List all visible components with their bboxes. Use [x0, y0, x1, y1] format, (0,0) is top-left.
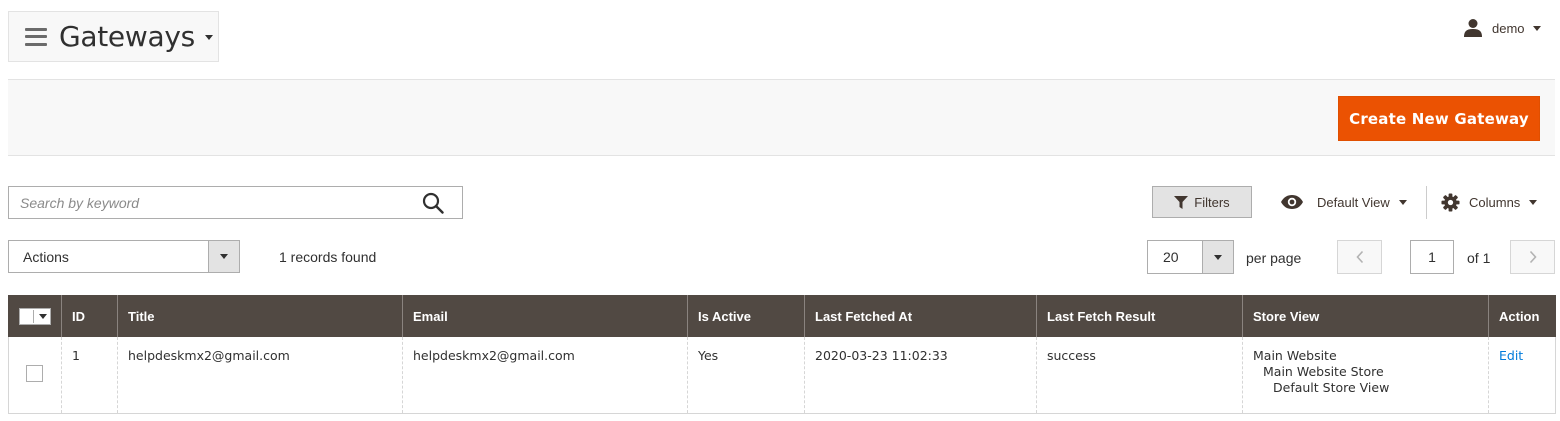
- store-view-view: Default Store View: [1273, 380, 1390, 395]
- view-label: Default View: [1317, 194, 1390, 210]
- filters-button[interactable]: Filters: [1152, 186, 1252, 218]
- next-page-button[interactable]: [1510, 240, 1555, 274]
- user-icon: [1464, 19, 1482, 37]
- column-header-id[interactable]: ID: [61, 295, 118, 337]
- columns-control[interactable]: Columns: [1441, 193, 1538, 212]
- store-view-store: Main Website Store: [1263, 364, 1384, 379]
- dropdown-toggle[interactable]: [1202, 241, 1233, 273]
- chevron-down-icon: [1532, 25, 1541, 31]
- cell-title: helpdeskmx2@gmail.com: [117, 337, 403, 414]
- cell-last-fetched-at: 2020-03-23 11:02:33: [804, 337, 1037, 414]
- chevron-down-icon: [1529, 200, 1538, 205]
- search-icon[interactable]: [422, 192, 444, 214]
- current-page-input[interactable]: [1410, 240, 1454, 274]
- per-page-dropdown[interactable]: 20: [1147, 240, 1234, 274]
- column-header-last-fetched-at[interactable]: Last Fetched At: [804, 295, 1037, 337]
- records-found-count: 1 records found: [279, 249, 377, 265]
- column-header-email[interactable]: Email: [402, 295, 688, 337]
- chevron-down-icon: [204, 35, 213, 40]
- user-account-menu[interactable]: demo: [1463, 18, 1541, 38]
- eye-icon: [1281, 195, 1303, 209]
- cell-store-view: Main Website Main Website Store Default …: [1242, 337, 1489, 414]
- chevron-down-icon: [220, 254, 228, 259]
- edit-link[interactable]: Edit: [1499, 348, 1523, 363]
- mass-actions-dropdown[interactable]: Actions: [8, 240, 240, 273]
- cell-id: 1: [61, 337, 118, 414]
- page-title-switcher[interactable]: Gateways: [8, 11, 219, 62]
- table-row[interactable]: 1 helpdeskmx2@gmail.com helpdeskmx2@gmai…: [8, 337, 1556, 414]
- columns-label: Columns: [1469, 195, 1521, 210]
- filters-label: Filters: [1194, 194, 1230, 210]
- cell-last-fetch-result: success: [1036, 337, 1243, 414]
- chevron-down-icon: [1398, 199, 1407, 205]
- row-checkbox[interactable]: [26, 365, 43, 382]
- create-new-gateway-button[interactable]: Create New Gateway: [1338, 96, 1540, 141]
- user-name: demo: [1492, 20, 1525, 36]
- column-header-title[interactable]: Title: [117, 295, 403, 337]
- store-view-website: Main Website: [1253, 348, 1337, 363]
- column-header-action: Action: [1488, 295, 1556, 337]
- mass-select-header[interactable]: [8, 295, 62, 337]
- column-header-store-view[interactable]: Store View: [1242, 295, 1489, 337]
- cell-email: helpdeskmx2@gmail.com: [402, 337, 688, 414]
- view-switcher[interactable]: Default View: [1280, 194, 1407, 210]
- chevron-down-icon: [39, 313, 47, 319]
- column-header-is-active[interactable]: Is Active: [687, 295, 805, 337]
- mass-select-checkbox[interactable]: [19, 307, 51, 325]
- page-actions-bar: Create New Gateway: [8, 79, 1555, 156]
- filter-icon: [1174, 195, 1189, 209]
- cell-action: Edit: [1488, 337, 1556, 414]
- page-title: Gateways: [59, 20, 195, 53]
- gear-icon: [1441, 193, 1460, 212]
- cell-is-active: Yes: [687, 337, 805, 414]
- total-pages-label: of 1: [1467, 250, 1491, 266]
- grid-header-row: ID Title Email Is Active Last Fetched At…: [8, 295, 1556, 337]
- hamburger-icon: [25, 27, 47, 46]
- gateways-grid: ID Title Email Is Active Last Fetched At…: [8, 295, 1556, 414]
- chevron-right-icon: [1529, 250, 1537, 264]
- chevron-down-icon: [1214, 254, 1222, 260]
- row-select-cell: [8, 337, 62, 414]
- per-page-label: per page: [1246, 250, 1302, 266]
- chevron-left-icon: [1355, 250, 1363, 264]
- previous-page-button[interactable]: [1337, 240, 1382, 274]
- column-header-last-fetch-result[interactable]: Last Fetch Result: [1036, 295, 1243, 337]
- keyword-search: [8, 186, 463, 219]
- per-page-value: 20: [1163, 249, 1179, 265]
- toolbar-divider: [1426, 186, 1427, 219]
- search-input[interactable]: [9, 187, 462, 218]
- dropdown-toggle[interactable]: [208, 241, 239, 272]
- mass-actions-value: Actions: [23, 248, 69, 265]
